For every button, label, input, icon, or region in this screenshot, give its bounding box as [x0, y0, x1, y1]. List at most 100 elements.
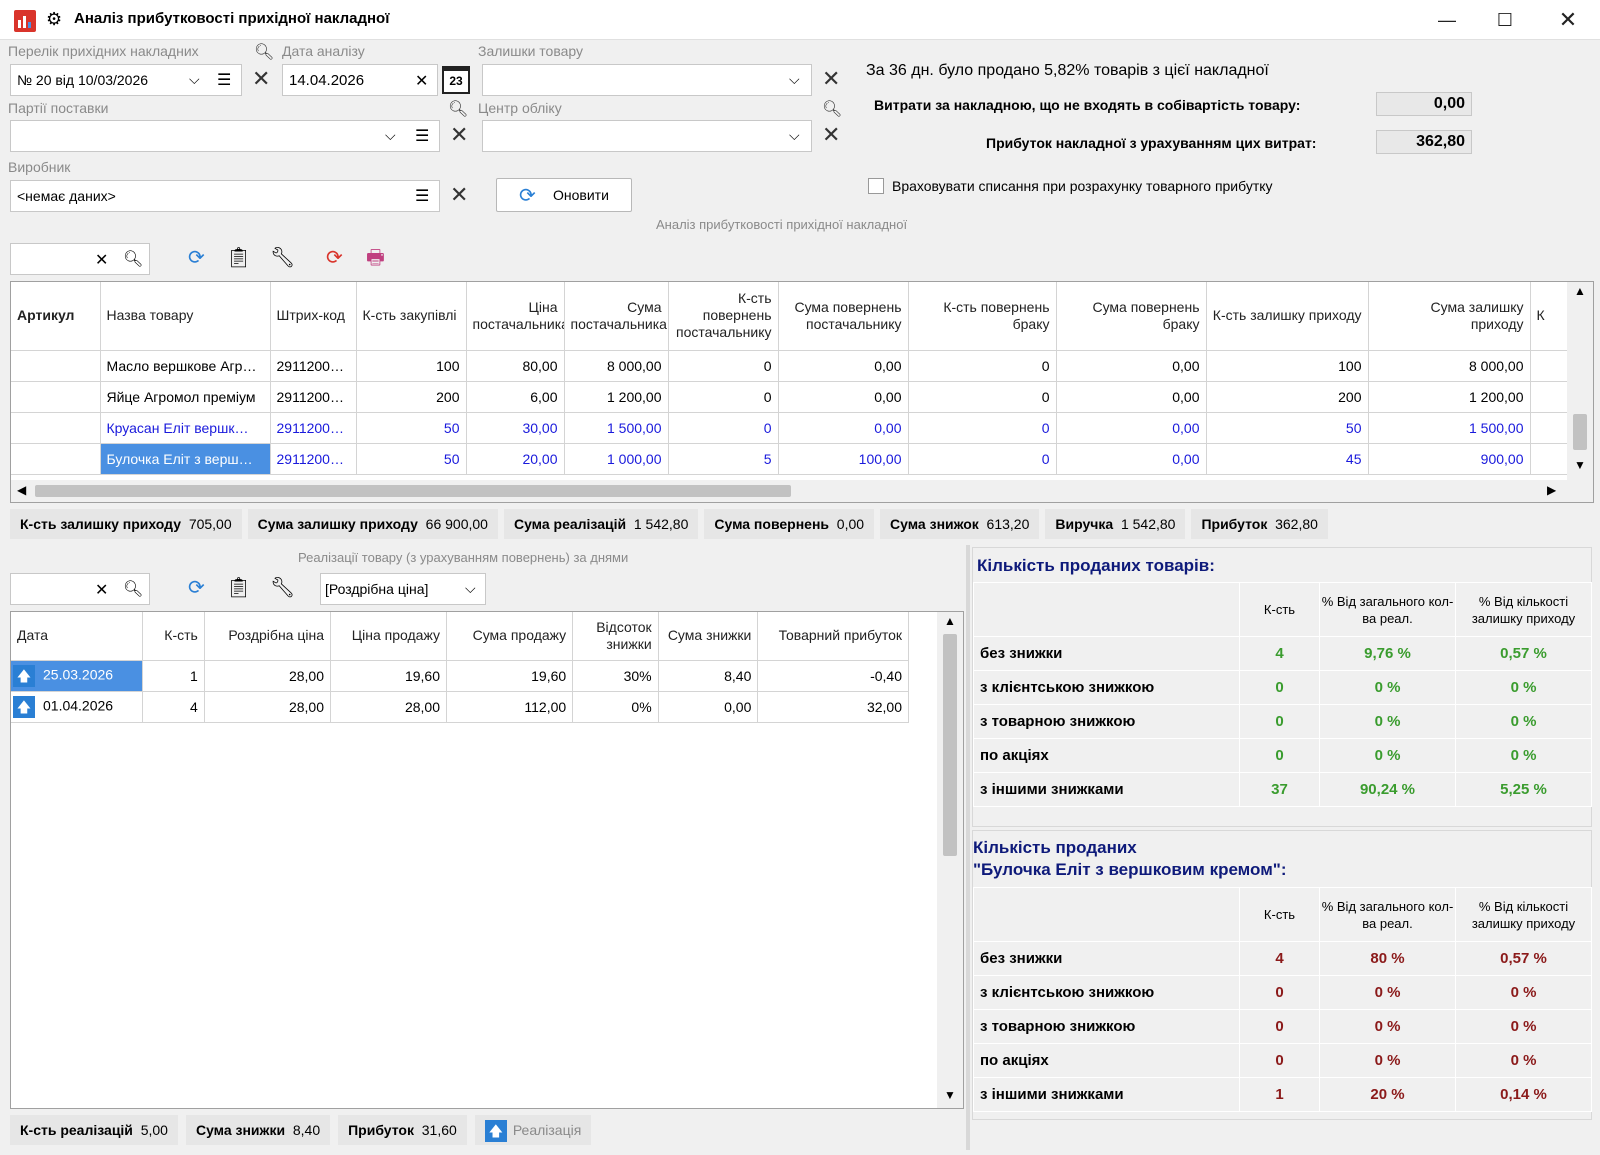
price-type-select[interactable]: [Роздрібна ціна] ⌵: [320, 573, 486, 605]
table-row[interactable]: Круасан Еліт вершк… 2911200… 50 30,00 1 …: [11, 412, 1582, 444]
cell[interactable]: 100,00: [778, 443, 909, 475]
scroll-down-icon[interactable]: ▼: [1574, 458, 1586, 472]
wrench-icon[interactable]: 🔧︎: [270, 248, 295, 268]
col-ret-qty[interactable]: К-сть повернень постачальнику: [668, 282, 779, 351]
calendar-icon[interactable]: 23: [442, 66, 470, 94]
main-search-input[interactable]: ✕ 🔍︎: [10, 243, 150, 275]
chevron-down-icon[interactable]: ⌵: [789, 127, 800, 144]
cell[interactable]: 30%: [572, 660, 659, 692]
search-icon[interactable]: 🔍︎: [123, 579, 143, 599]
cell[interactable]: 112,00: [446, 691, 574, 723]
table-row[interactable]: 🡅 01.04.2026 4 28,00 28,00 112,00 0% 0,00…: [11, 691, 909, 723]
cell[interactable]: 50: [356, 412, 467, 444]
cell[interactable]: 1 200,00: [1368, 381, 1531, 413]
clipboard-icon[interactable]: 📋︎: [226, 248, 251, 268]
cell-selected[interactable]: Булочка Еліт з верш…: [100, 443, 271, 475]
scroll-thumb[interactable]: [943, 634, 957, 856]
refresh-button[interactable]: ⟳ Оновити: [496, 178, 632, 212]
cell[interactable]: 0,00: [778, 381, 909, 413]
cell[interactable]: 200: [1206, 381, 1369, 413]
date-field[interactable]: 14.04.2026 ✕: [282, 64, 438, 96]
scroll-up-icon[interactable]: ▲: [1574, 284, 1586, 298]
cell[interactable]: 0,00: [1056, 443, 1207, 475]
cell[interactable]: 0,00: [778, 412, 909, 444]
chevron-down-icon[interactable]: ⌵: [789, 71, 800, 88]
scroll-thumb[interactable]: [1573, 414, 1587, 450]
table-row-selected[interactable]: Булочка Еліт з верш… 2911200… 50 20,00 1…: [11, 443, 1582, 475]
cell[interactable]: 80,00: [466, 350, 565, 382]
col-price[interactable]: Ціна постачальника: [466, 282, 565, 351]
cell[interactable]: 19,60: [446, 660, 574, 692]
expenses-field[interactable]: 0,00: [1376, 92, 1472, 116]
horizontal-scrollbar[interactable]: ◀ ▶: [11, 480, 1593, 502]
cell[interactable]: 28,00: [204, 691, 332, 723]
chevron-down-icon[interactable]: ⌵: [189, 71, 200, 88]
sales-search-input[interactable]: ✕ 🔍︎: [10, 573, 150, 605]
cell[interactable]: -0,40: [757, 660, 909, 692]
clear-center-icon[interactable]: ✕: [822, 124, 840, 146]
col-qty[interactable]: К-сть: [142, 612, 205, 661]
cell[interactable]: 2911200…: [270, 350, 357, 382]
cell[interactable]: 100: [1206, 350, 1369, 382]
col-ret-sum[interactable]: Сума повернень постачальнику: [778, 282, 909, 351]
col-retail[interactable]: Роздрібна ціна: [204, 612, 332, 661]
vertical-scrollbar[interactable]: ▲ ▼: [1567, 282, 1593, 480]
chevron-down-icon[interactable]: ⌵: [385, 127, 396, 144]
clear-invoice-icon[interactable]: ✕: [252, 68, 270, 90]
col-sku[interactable]: Артикул: [11, 282, 101, 351]
col-def-qty[interactable]: К-сть повернень браку: [908, 282, 1057, 351]
cell[interactable]: 28,00: [204, 660, 332, 692]
cell[interactable]: [11, 381, 101, 413]
cell[interactable]: 8 000,00: [1368, 350, 1531, 382]
clear-search-icon[interactable]: ✕: [95, 580, 108, 600]
batches-select[interactable]: ⌵ ☰: [10, 120, 440, 152]
cell[interactable]: [11, 350, 101, 382]
search-icon[interactable]: 🔍︎: [254, 42, 274, 62]
cell[interactable]: 1 500,00: [1368, 412, 1531, 444]
chevron-down-icon[interactable]: ⌵: [465, 580, 476, 597]
col-def-sum[interactable]: Сума повернень браку: [1056, 282, 1207, 351]
cell[interactable]: 1: [142, 660, 205, 692]
maximize-button[interactable]: ☐: [1482, 4, 1528, 36]
cell[interactable]: 30,00: [466, 412, 565, 444]
scroll-down-icon[interactable]: ▼: [944, 1088, 956, 1102]
clipboard-icon[interactable]: 📋︎: [226, 578, 251, 598]
cell[interactable]: 0,00: [1056, 381, 1207, 413]
list-icon[interactable]: ☰: [415, 186, 429, 206]
col-barcode[interactable]: Штрих-код: [270, 282, 357, 351]
table-row[interactable]: Масло вершкове Агр… 2911200… 100 80,00 8…: [11, 350, 1582, 382]
col-rest-qty[interactable]: К-сть залишку приходу: [1206, 282, 1369, 351]
cell[interactable]: Круасан Еліт вершк…: [100, 412, 271, 444]
producer-select[interactable]: <немає даних> ☰: [10, 180, 440, 212]
cell[interactable]: 8,40: [658, 660, 759, 692]
cell[interactable]: 50: [1206, 412, 1369, 444]
settings-icon[interactable]: ⚙: [46, 9, 62, 30]
clear-stock-icon[interactable]: ✕: [822, 68, 840, 90]
col-profit[interactable]: Товарний прибуток: [757, 612, 909, 661]
table-row[interactable]: Яйце Агромол преміум 2911200… 200 6,00 1…: [11, 381, 1582, 413]
cell-selected[interactable]: 🡅 25.03.2026: [11, 660, 143, 692]
list-icon[interactable]: ☰: [415, 126, 429, 146]
col-qty[interactable]: К-сть закупівлі: [356, 282, 467, 351]
cell[interactable]: 28,00: [330, 691, 447, 723]
cell[interactable]: 🡅 01.04.2026: [11, 691, 143, 723]
cell[interactable]: 2911200…: [270, 412, 357, 444]
cell[interactable]: 100: [356, 350, 467, 382]
close-button[interactable]: ✕: [1545, 4, 1591, 36]
cell[interactable]: 8 000,00: [564, 350, 669, 382]
cell[interactable]: 32,00: [757, 691, 909, 723]
cell[interactable]: 0: [908, 350, 1057, 382]
scroll-up-icon[interactable]: ▲: [944, 614, 956, 628]
cell[interactable]: 0: [908, 381, 1057, 413]
search-icon[interactable]: 🔍︎: [448, 99, 468, 119]
cell[interactable]: 45: [1206, 443, 1369, 475]
refresh-icon[interactable]: ⟳: [188, 248, 205, 268]
cell[interactable]: 0,00: [1056, 412, 1207, 444]
cell[interactable]: 20,00: [466, 443, 565, 475]
cell[interactable]: 19,60: [330, 660, 447, 692]
writeoff-checkbox[interactable]: [868, 178, 884, 194]
splitter[interactable]: [966, 545, 970, 1150]
col-sum[interactable]: Сума продажу: [446, 612, 574, 661]
center-select[interactable]: ⌵: [482, 120, 812, 152]
print-icon[interactable]: 🖶: [366, 248, 385, 268]
